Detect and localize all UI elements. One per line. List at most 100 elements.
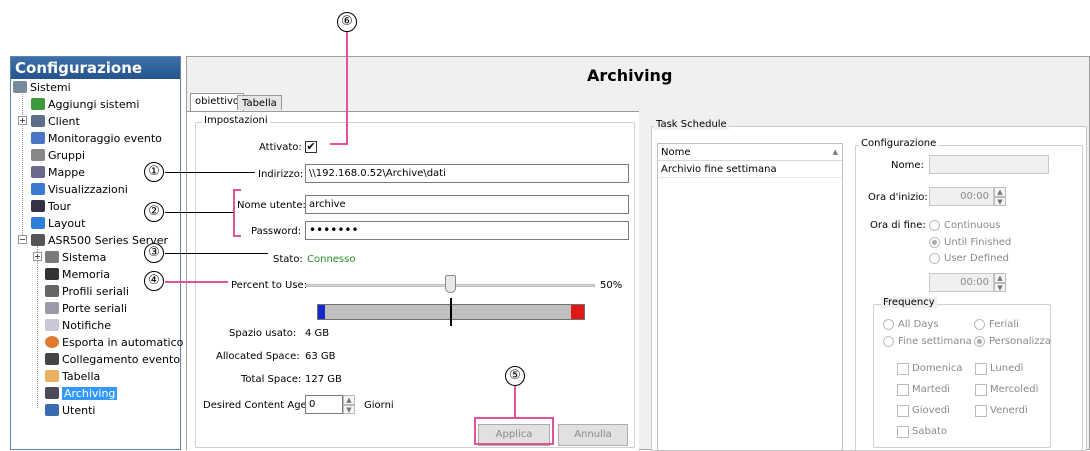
tree-item-tour[interactable]: Tour: [31, 198, 71, 215]
tree-item-gruppi[interactable]: Gruppi: [31, 147, 85, 164]
collapse-server-button[interactable]: −: [18, 235, 27, 244]
ora-inizio-field[interactable]: 00:00: [929, 187, 994, 206]
tree-item-visualizzazioni[interactable]: Visualizzazioni: [31, 181, 128, 198]
day-lunedi-label: Lunedì: [990, 363, 1024, 374]
task-list-row[interactable]: Archivio fine settimana: [658, 162, 842, 178]
tab-page-obiettivo: Impostazioni Attivato: ✔ Indirizzo: \\19…: [187, 111, 639, 451]
day-giovedi-label: Giovedì: [912, 405, 950, 416]
server-icon: [31, 234, 45, 246]
ora-fine-until-finished-radio[interactable]: [929, 237, 940, 248]
main-panel: Archiving obiettivo Tabella Impostazioni…: [186, 56, 1090, 451]
tree-item-profili-seriali[interactable]: Profili seriali: [45, 283, 129, 300]
tab-obiettivo[interactable]: obiettivo: [190, 93, 245, 112]
callout-1: ①: [144, 162, 164, 182]
tree-item-monitoraggio-evento[interactable]: Monitoraggio evento: [31, 130, 162, 147]
freq-feriali-label: Feriali: [989, 319, 1019, 330]
views-icon: [31, 183, 45, 195]
ora-fine-label: Ora di fine:: [870, 220, 926, 231]
client-icon: [31, 115, 45, 127]
allocated-value: 63 GB: [305, 351, 336, 362]
day-domenica-label: Domenica: [912, 363, 963, 374]
tree-item-layout[interactable]: Layout: [31, 215, 85, 232]
tree-item-tabella[interactable]: Tabella: [45, 368, 100, 385]
stato-value: Connesso: [307, 254, 356, 265]
layout-icon: [31, 217, 45, 229]
ora-fine-down-button[interactable]: ▼: [994, 283, 1006, 292]
sort-up-icon: ▲: [832, 148, 838, 156]
indirizzo-label: Indirizzo:: [258, 169, 304, 180]
tree-item-esporta-automatico[interactable]: Esporta in automatico: [45, 334, 183, 351]
system-icon: [45, 251, 59, 263]
ora-inizio-label: Ora d'inizio:: [868, 192, 928, 203]
day-mercoledi-checkbox[interactable]: [975, 384, 987, 396]
freq-feriali-radio[interactable]: [974, 319, 985, 330]
callout-2-bracket-top: [233, 189, 241, 191]
freq-personalizza-label: Personalizza: [989, 336, 1051, 347]
tree-item-memoria[interactable]: Memoria: [45, 266, 110, 283]
password-label: Password:: [251, 226, 302, 237]
day-sabato-checkbox[interactable]: [897, 426, 909, 438]
expand-client-button[interactable]: +: [18, 116, 27, 125]
callout-3-leader: [165, 253, 268, 254]
event-link-icon: [45, 353, 59, 365]
tab-strip: obiettivo Tabella: [187, 93, 639, 112]
day-mercoledi-label: Mercoledì: [990, 384, 1039, 395]
callout-3: ③: [144, 243, 164, 263]
callout-6: ⑥: [337, 12, 357, 32]
ora-fine-continuous-radio[interactable]: [929, 220, 940, 231]
tree-item-notifiche[interactable]: Notifiche: [45, 317, 111, 334]
day-martedi-checkbox[interactable]: [897, 384, 909, 396]
freq-weekend-radio[interactable]: [883, 336, 894, 347]
callout-2-bracket-bottom: [233, 235, 241, 237]
freq-personalizza-radio[interactable]: [974, 336, 985, 347]
notification-icon: [45, 319, 59, 331]
tree-item-utenti[interactable]: Utenti: [45, 402, 95, 419]
indirizzo-field[interactable]: \\192.168.0.52\Archive\dati: [305, 164, 629, 183]
auto-export-icon: [45, 336, 59, 348]
freq-all-days-radio[interactable]: [883, 319, 894, 330]
ora-inizio-down-button[interactable]: ▼: [994, 197, 1006, 206]
tree-item-aggiungi-sistemi[interactable]: Aggiungi sistemi: [31, 96, 139, 113]
tree-item-porte-seriali[interactable]: Porte seriali: [45, 300, 127, 317]
task-list-header[interactable]: Nome ▲: [658, 144, 842, 161]
spazio-usato-value: 4 GB: [305, 328, 330, 339]
tree-item-archiving[interactable]: Archiving: [45, 385, 118, 402]
config-nome-label: Nome:: [891, 160, 924, 171]
freq-all-days-label: All Days: [898, 319, 939, 330]
percent-label: Percent to Use:: [231, 280, 308, 291]
configurazione-title: Configurazione: [859, 138, 939, 149]
tab-tabella[interactable]: Tabella: [237, 95, 282, 110]
ora-fine-up-button[interactable]: ▲: [994, 273, 1006, 283]
day-venerdi-checkbox[interactable]: [975, 405, 987, 417]
tree-item-sistemi[interactable]: Sistemi: [13, 79, 71, 96]
content-age-down-button[interactable]: ▼: [343, 405, 355, 414]
serial-port-icon: [45, 302, 59, 314]
content-age-field[interactable]: 0: [305, 395, 343, 414]
attivato-checkbox[interactable]: ✔: [305, 141, 317, 153]
percent-slider-thumb[interactable]: [445, 275, 456, 293]
task-list[interactable]: Nome ▲ Archivio fine settimana: [657, 143, 843, 451]
day-lunedi-checkbox[interactable]: [975, 363, 987, 375]
tree-item-mappe[interactable]: Mappe: [31, 164, 85, 181]
annulla-button[interactable]: Annulla: [558, 424, 628, 446]
tree-item-collegamento-evento[interactable]: Collegamento evento: [45, 351, 180, 368]
nome-utente-field[interactable]: archive: [305, 195, 629, 214]
table-icon: [45, 370, 59, 382]
tree-item-client[interactable]: Client: [31, 113, 80, 130]
password-field[interactable]: •••••••: [305, 221, 629, 240]
impostazioni-title: Impostazioni: [202, 115, 270, 126]
ora-inizio-up-button[interactable]: ▲: [994, 187, 1006, 197]
ora-fine-user-defined-radio[interactable]: [929, 253, 940, 264]
expand-sistema-button[interactable]: +: [33, 252, 42, 261]
add-system-icon: [31, 98, 45, 110]
day-giovedi-checkbox[interactable]: [897, 405, 909, 417]
callout-6-leader-h: [330, 143, 348, 145]
day-venerdi-label: Venerdì: [990, 405, 1028, 416]
ora-fine-field[interactable]: 00:00: [929, 273, 994, 292]
content-age-up-button[interactable]: ▲: [343, 395, 355, 405]
freq-weekend-label: Fine settimana: [898, 336, 972, 347]
tree-item-sistema[interactable]: Sistema: [45, 249, 106, 266]
config-nome-field[interactable]: [929, 155, 1049, 174]
allocated-label: Allocated Space:: [216, 351, 300, 362]
day-domenica-checkbox[interactable]: [897, 363, 909, 375]
